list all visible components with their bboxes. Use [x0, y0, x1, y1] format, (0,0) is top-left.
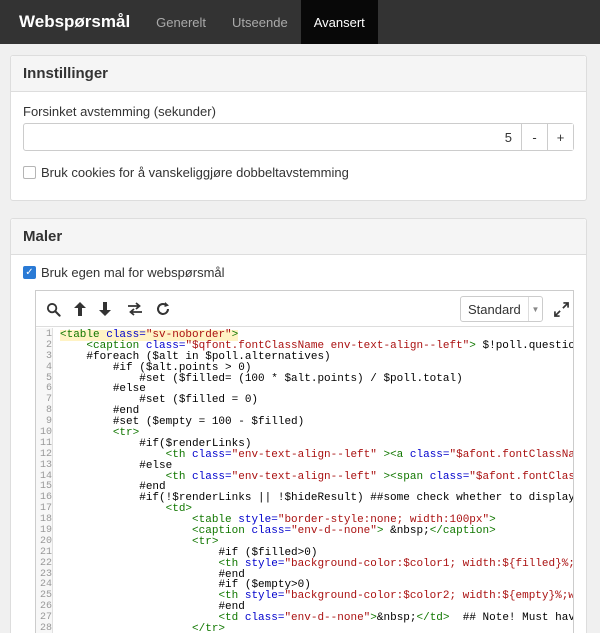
top-navbar: Webspørsmål Generelt Utseende Avansert — [0, 0, 600, 44]
code-text: #else — [139, 459, 173, 472]
code-editor[interactable]: Standard ▼ 1 <table class="sv-noborder"> 2… — [35, 290, 574, 633]
code-line: 22 <th style="background-color:$color1; … — [36, 557, 573, 570]
settings-panel: Innstillinger Forsinket avstemming (seku… — [10, 55, 587, 201]
fullscreen-icon[interactable] — [552, 300, 570, 318]
replace-icon[interactable] — [126, 300, 144, 318]
theme-select-value: Standard — [468, 301, 521, 317]
search-icon[interactable] — [44, 300, 62, 318]
delay-input[interactable] — [24, 124, 521, 150]
cookies-checkbox[interactable] — [23, 166, 36, 179]
cookies-label: Bruk cookies for å vanskeliggjøre dobbel… — [41, 165, 349, 180]
chevron-down-icon: ▼ — [528, 297, 542, 321]
code-line: 28 </tr> — [36, 623, 573, 633]
templates-panel: Maler ✓ Bruk egen mal for webspørsmål St… — [10, 218, 587, 633]
settings-panel-title: Innstillinger — [11, 56, 586, 92]
tab-generelt[interactable]: Generelt — [143, 0, 219, 44]
decrement-button[interactable]: - — [521, 124, 547, 150]
line-number: 13 — [39, 459, 52, 471]
delay-label: Forsinket avstemming (sekunder) — [23, 104, 216, 119]
line-number: 4 — [45, 361, 52, 373]
tab-utseende[interactable]: Utseende — [219, 0, 301, 44]
refresh-icon[interactable] — [154, 300, 172, 318]
code-text: <th style="background-color:$color1; wid… — [218, 557, 573, 570]
editor-toolbar: Standard ▼ — [36, 291, 573, 327]
arrow-down-icon[interactable] — [96, 300, 114, 318]
code-content[interactable]: 1 <table class="sv-noborder"> 2 <caption c… — [36, 328, 573, 633]
theme-select[interactable]: Standard ▼ — [460, 296, 543, 322]
templates-panel-title: Maler — [11, 219, 586, 255]
arrow-up-icon[interactable] — [71, 300, 89, 318]
custom-template-label: Bruk egen mal for webspørsmål — [41, 265, 225, 280]
delay-stepper: - + — [23, 123, 574, 151]
app-title: Webspørsmål — [19, 12, 131, 31]
line-number: 22 — [39, 557, 52, 569]
custom-template-checkbox[interactable]: ✓ — [23, 266, 36, 279]
code-text: </tr> — [192, 623, 226, 633]
tab-avansert[interactable]: Avansert — [300, 0, 378, 44]
line-number: 28 — [39, 623, 52, 633]
increment-button[interactable]: + — [547, 124, 573, 150]
